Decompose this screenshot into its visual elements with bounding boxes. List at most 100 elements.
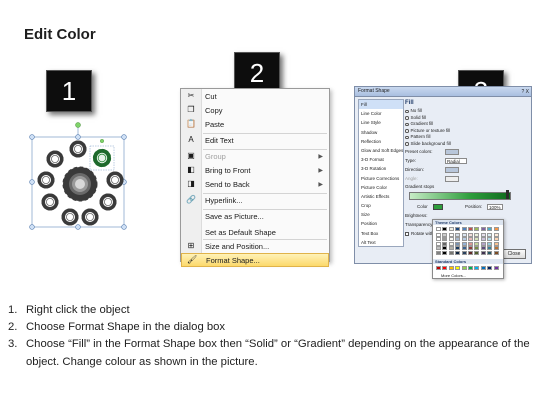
color-swatch[interactable]	[461, 227, 467, 231]
radio-button[interactable]	[405, 135, 409, 139]
color-swatch[interactable]	[487, 241, 493, 246]
color-swatch[interactable]	[442, 251, 448, 255]
category-crop[interactable]: Crop	[359, 201, 403, 210]
color-swatch[interactable]	[461, 246, 467, 251]
radio-button[interactable]	[405, 129, 409, 133]
radio-button[interactable]	[405, 116, 409, 120]
color-swatch[interactable]	[493, 237, 499, 242]
menu-item-save-as-picture[interactable]: Save as Picture...	[181, 209, 329, 223]
color-swatch[interactable]	[480, 232, 486, 237]
category-picture-color[interactable]: Picture Color	[359, 183, 403, 192]
menu-item-set-as-default-shape[interactable]: Set as Default Shape	[181, 225, 329, 239]
color-swatch[interactable]	[480, 227, 486, 231]
color-swatch[interactable]	[474, 246, 480, 251]
category-fill[interactable]: Fill	[359, 100, 403, 110]
color-swatch[interactable]	[468, 251, 473, 255]
color-swatch[interactable]	[436, 251, 441, 255]
color-swatch[interactable]	[487, 237, 493, 242]
category-size[interactable]: Size	[359, 210, 403, 219]
gradient-stops-bar[interactable]	[409, 192, 511, 200]
menu-item-paste[interactable]: 📋 Paste	[181, 117, 329, 131]
color-swatch[interactable]	[455, 227, 461, 231]
color-swatch[interactable]	[480, 237, 486, 242]
color-swatch[interactable]	[468, 241, 473, 246]
category-shadow[interactable]: Shadow	[359, 128, 403, 137]
color-swatch[interactable]	[448, 246, 454, 251]
color-swatch[interactable]	[493, 241, 499, 246]
color-swatch[interactable]	[436, 266, 441, 270]
fill-option[interactable]: Slide background fill	[405, 141, 527, 148]
color-swatch[interactable]	[493, 232, 499, 237]
color-swatch[interactable]	[474, 227, 480, 231]
color-swatch[interactable]	[493, 246, 499, 251]
gradient-stop-handle[interactable]	[506, 190, 509, 199]
color-swatch[interactable]	[487, 246, 493, 251]
color-swatch[interactable]	[455, 232, 461, 237]
radio-button[interactable]	[405, 142, 409, 146]
color-swatch[interactable]	[442, 227, 448, 231]
category-alt-text[interactable]: Alt Text	[359, 238, 403, 247]
category-text-box[interactable]: Text Box	[359, 229, 403, 238]
color-swatch[interactable]	[493, 251, 499, 255]
menu-item-hyperlink[interactable]: 🔗 Hyperlink...	[181, 193, 329, 207]
color-swatch[interactable]	[448, 237, 454, 242]
menu-item-format-shape[interactable]: 🖌 Format Shape...	[181, 253, 329, 267]
color-swatch[interactable]	[487, 232, 493, 237]
category-reflection[interactable]: Reflection	[359, 137, 403, 146]
dialog-window-controls[interactable]: ? X	[521, 88, 529, 97]
color-swatch[interactable]	[455, 266, 461, 270]
color-swatch[interactable]	[436, 237, 441, 242]
color-swatch[interactable]	[448, 232, 454, 237]
direction-dropdown[interactable]	[445, 167, 459, 173]
menu-item-cut[interactable]: ✂ Cut	[181, 89, 329, 103]
color-swatch[interactable]	[436, 241, 441, 246]
menu-item-group[interactable]: ▣ Group ▶	[181, 149, 329, 163]
color-swatch[interactable]	[461, 232, 467, 237]
color-swatch[interactable]	[455, 237, 461, 242]
category-3-d-rotation[interactable]: 3-D Rotation	[359, 164, 403, 173]
position-input[interactable]: 100%	[487, 204, 503, 210]
color-swatch[interactable]	[468, 232, 473, 237]
category-line-color[interactable]: Line Color	[359, 109, 403, 118]
color-swatch[interactable]	[474, 266, 480, 270]
preset-colors-dropdown[interactable]	[445, 149, 459, 155]
radio-button[interactable]	[405, 122, 409, 126]
rotate-checkbox[interactable]	[405, 231, 409, 236]
color-swatch[interactable]	[455, 251, 461, 255]
color-swatch[interactable]	[493, 227, 499, 231]
menu-item-edit-text[interactable]: A Edit Text	[181, 133, 329, 147]
menu-item-send-to-back[interactable]: ◨ Send to Back ▶	[181, 177, 329, 191]
color-swatch[interactable]	[442, 241, 448, 246]
color-swatch[interactable]	[442, 246, 448, 251]
color-swatch[interactable]	[468, 266, 473, 270]
category-glow-and-soft-edges[interactable]: Glow and Soft Edges	[359, 146, 403, 155]
color-picker-button[interactable]	[433, 204, 443, 210]
menu-item-bring-to-front[interactable]: ◧ Bring to Front ▶	[181, 163, 329, 177]
color-swatch[interactable]	[442, 266, 448, 270]
color-swatch[interactable]	[461, 251, 467, 255]
color-swatch[interactable]	[480, 246, 486, 251]
category-line-style[interactable]: Line Style	[359, 118, 403, 127]
color-swatch[interactable]	[468, 227, 473, 231]
color-swatch[interactable]	[442, 232, 448, 237]
radio-button[interactable]	[405, 109, 409, 113]
color-swatch[interactable]	[474, 237, 480, 242]
color-swatch[interactable]	[448, 227, 454, 231]
color-swatch[interactable]	[436, 246, 441, 251]
color-swatch[interactable]	[480, 266, 486, 270]
category-artistic-effects[interactable]: Artistic Effects	[359, 192, 403, 201]
more-colors-item[interactable]: More Colors...	[433, 273, 503, 278]
color-swatch[interactable]	[436, 232, 441, 237]
color-swatch[interactable]	[468, 246, 473, 251]
color-swatch[interactable]	[480, 251, 486, 255]
color-swatch[interactable]	[448, 266, 454, 270]
category-picture-corrections[interactable]: Picture Corrections	[359, 174, 403, 183]
color-swatch[interactable]	[493, 266, 499, 270]
category-position[interactable]: Position	[359, 219, 403, 228]
color-swatch[interactable]	[461, 237, 467, 242]
color-swatch[interactable]	[468, 237, 473, 242]
color-swatch[interactable]	[455, 241, 461, 246]
color-swatch[interactable]	[487, 251, 493, 255]
close-button[interactable]: Close	[502, 249, 526, 259]
color-swatch[interactable]	[448, 241, 454, 246]
